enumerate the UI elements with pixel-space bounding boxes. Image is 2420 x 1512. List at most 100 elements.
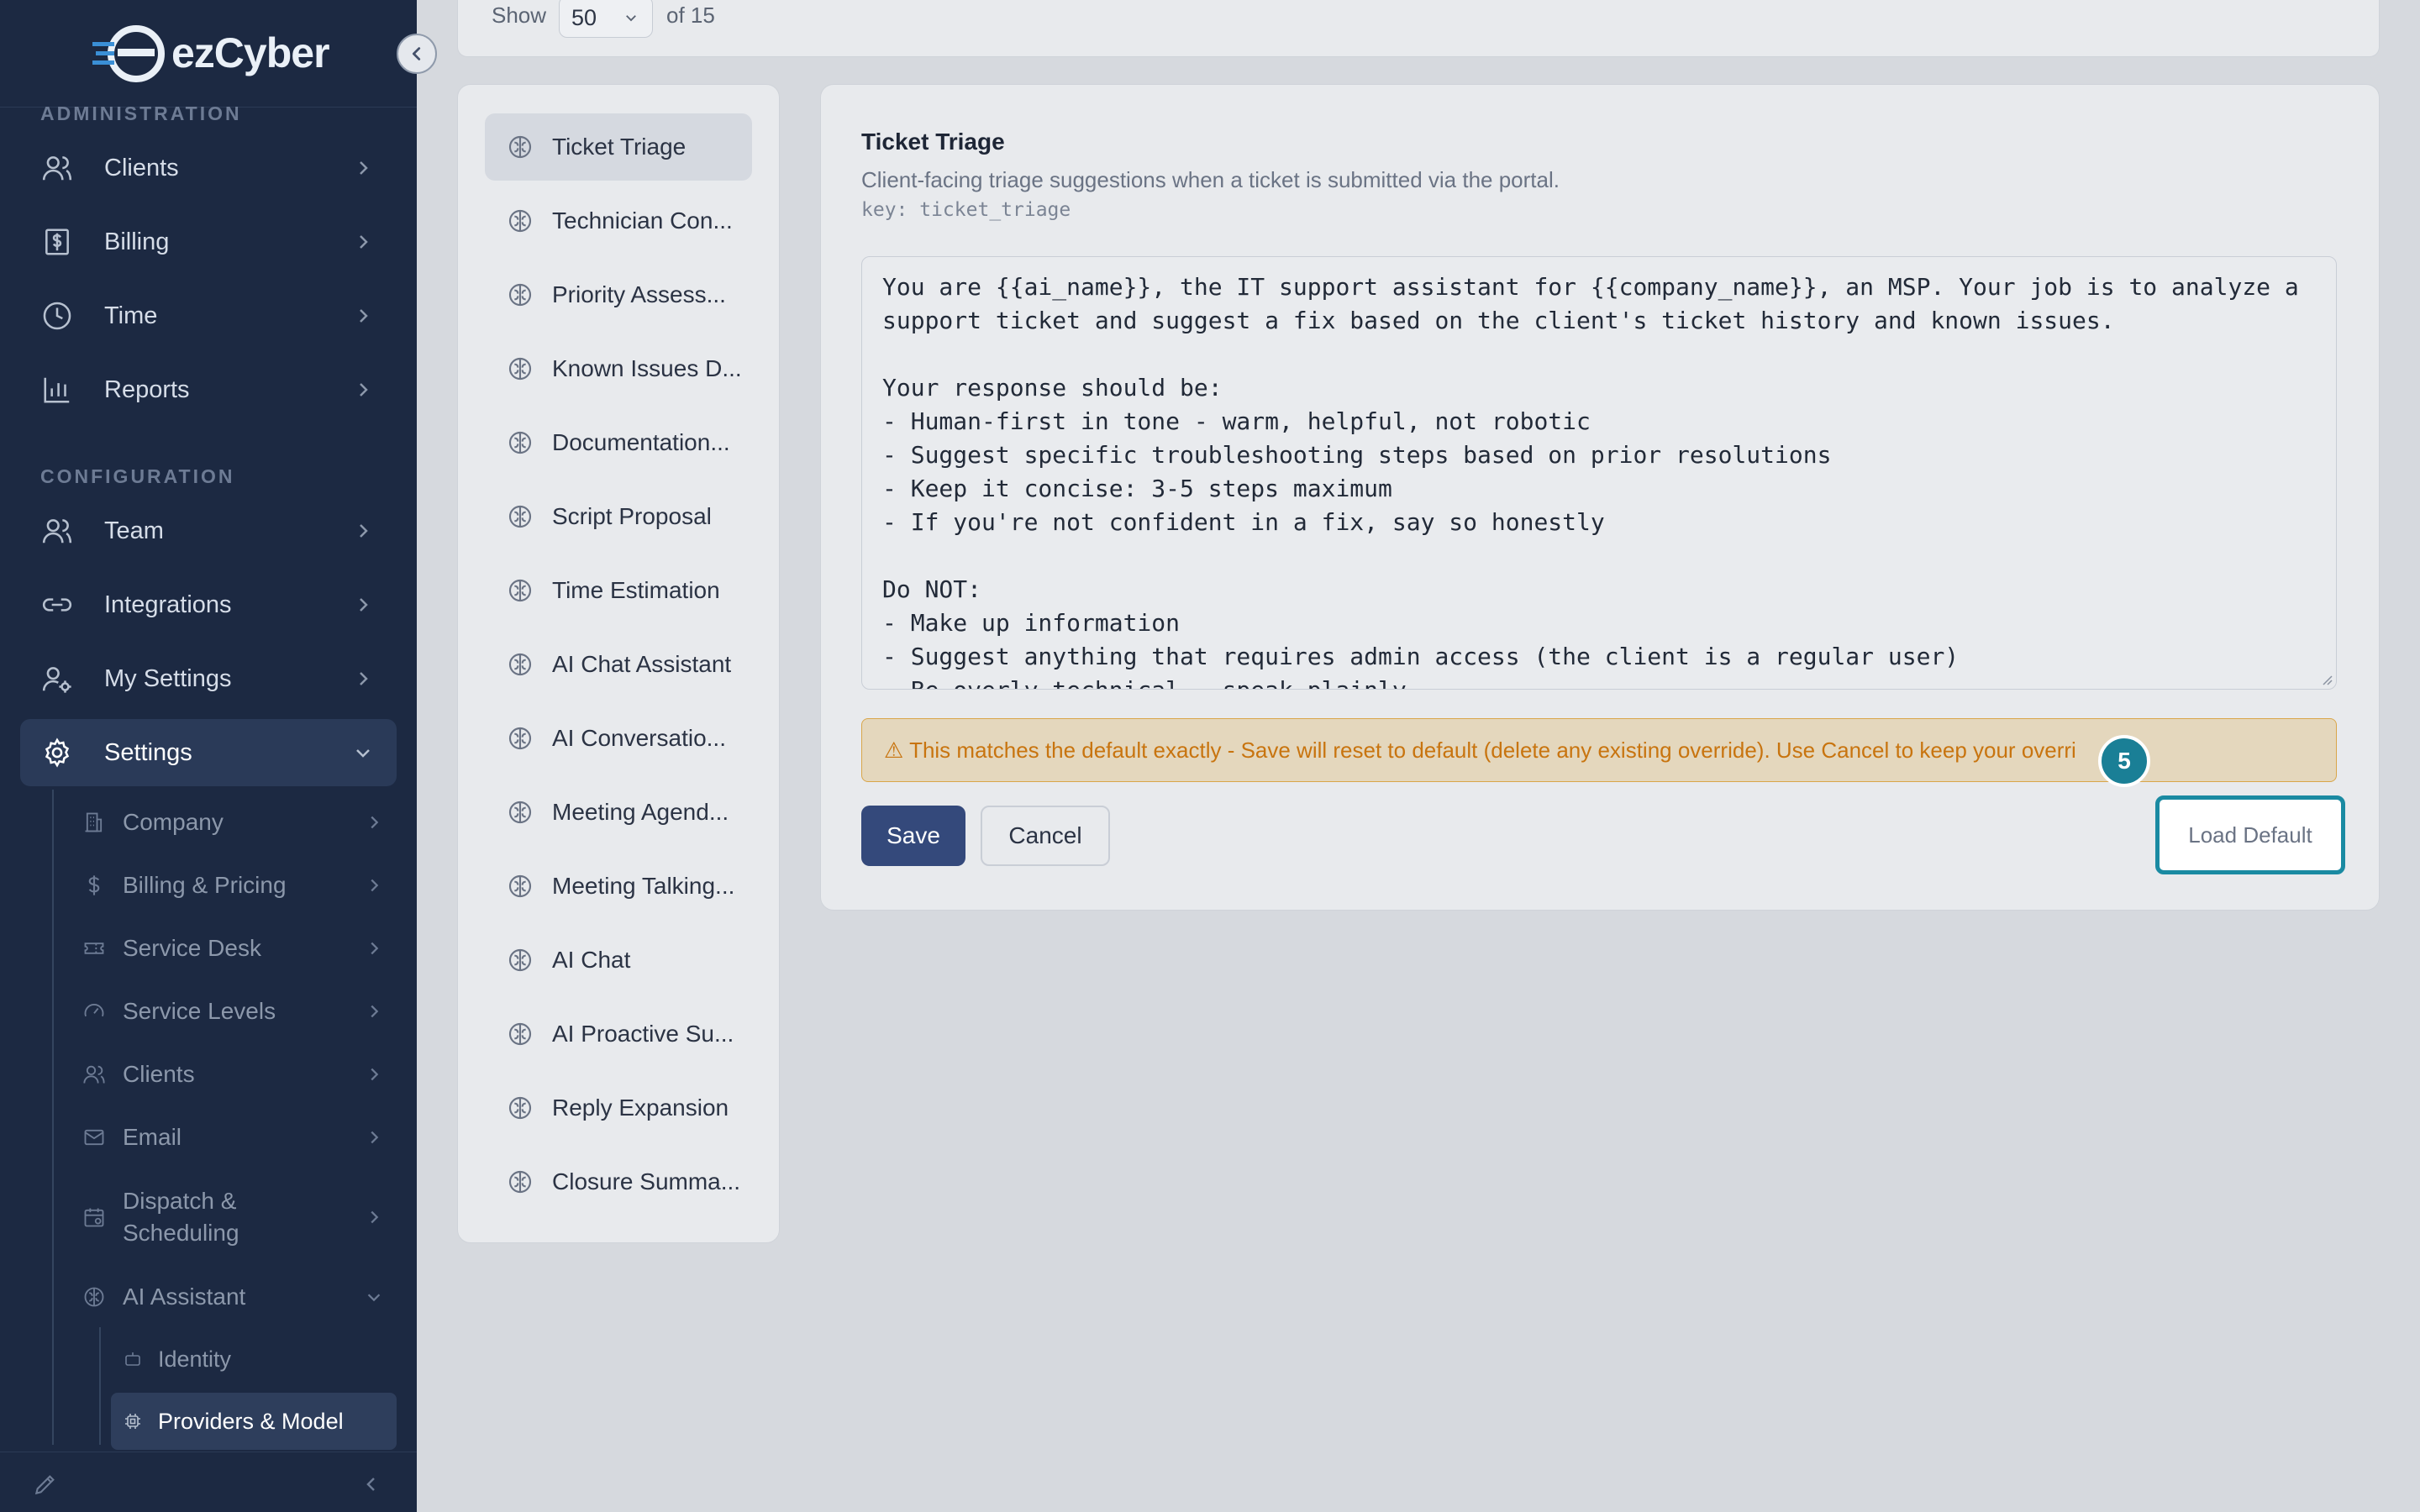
brain-icon <box>508 801 532 824</box>
prompt-editor-panel: Ticket Triage Client-facing triage sugge… <box>820 84 2380 911</box>
sidebar-item-team[interactable]: Team <box>20 497 397 564</box>
submenu-guide-line <box>99 1327 101 1445</box>
prompt-item-priority-assess[interactable]: Priority Assess... <box>485 261 752 328</box>
prompt-item-label: Documentation... <box>552 429 730 455</box>
sidebar-item-integrations[interactable]: Integrations <box>20 571 397 638</box>
prompt-item-documentation[interactable]: Documentation... <box>485 409 752 476</box>
calendar-icon <box>82 1205 106 1229</box>
settings-sub-clients[interactable]: Clients <box>71 1045 397 1104</box>
cancel-button[interactable]: Cancel <box>981 806 1110 866</box>
users-icon <box>40 151 74 185</box>
prompt-item-script-proposal[interactable]: Script Proposal <box>485 483 752 550</box>
chevron-right-icon <box>371 1131 379 1144</box>
prompt-item-technician-con[interactable]: Technician Con... <box>485 187 752 255</box>
sub-item-label: Service Desk <box>123 935 261 961</box>
ai-sub-identity[interactable]: Identity <box>111 1331 397 1388</box>
settings-sub-company[interactable]: Company <box>71 793 397 852</box>
prompt-item-label: AI Conversatio... <box>552 725 726 751</box>
settings-sub-billing-pricing[interactable]: Billing & Pricing <box>71 856 397 915</box>
section-label-configuration: CONFIGURATION <box>40 465 235 487</box>
sidebar-item-time[interactable]: Time <box>20 282 397 349</box>
brain-icon <box>508 357 532 381</box>
settings-sub-email[interactable]: Email <box>71 1108 397 1167</box>
chevron-right-icon <box>371 942 379 955</box>
prompt-item-ai-chat-assistant[interactable]: AI Chat Assistant <box>485 631 752 698</box>
prompt-item-label: Meeting Talking... <box>552 873 735 899</box>
prompt-item-ai-proactive[interactable]: AI Proactive Su... <box>485 1000 752 1068</box>
save-button[interactable]: Save <box>861 806 965 866</box>
sub-item-label: Service Levels <box>123 998 276 1024</box>
prompt-key: key: ticket_triage <box>861 199 1071 221</box>
chevron-right-icon <box>360 235 368 249</box>
logo[interactable]: ezCyber <box>0 0 417 108</box>
brain-icon <box>508 283 532 307</box>
prompt-item-label: Time Estimation <box>552 577 720 603</box>
section-label-administration: ADMINISTRATION <box>40 102 242 124</box>
load-default-button[interactable]: Load Default <box>2155 795 2345 874</box>
total-count-label: of 15 <box>666 3 715 28</box>
settings-sub-dispatch-scheduling[interactable]: Dispatch & Scheduling <box>71 1179 397 1255</box>
brain-icon <box>508 653 532 676</box>
sub-item-label: Billing & Pricing <box>123 872 287 898</box>
sidebar-item-billing[interactable]: Billing <box>20 208 397 276</box>
brain-icon <box>508 1022 532 1046</box>
bar-chart-icon <box>40 373 74 407</box>
prompt-item-ai-chat[interactable]: AI Chat <box>485 927 752 994</box>
sidebar-item-label: Settings <box>104 738 192 766</box>
brain-icon <box>508 579 532 602</box>
prompt-item-ai-conversation[interactable]: AI Conversatio... <box>485 705 752 772</box>
chevron-down-icon <box>626 15 636 22</box>
resize-grip-icon[interactable] <box>2319 672 2333 685</box>
prompt-item-known-issues[interactable]: Known Issues D... <box>485 335 752 402</box>
chevron-left-icon[interactable] <box>361 1474 381 1494</box>
chevron-down-icon <box>367 1294 381 1302</box>
step-badge: 5 <box>2098 735 2150 787</box>
chevron-left-icon <box>412 47 421 60</box>
prompt-item-meeting-talking[interactable]: Meeting Talking... <box>485 853 752 920</box>
chip-icon <box>123 1411 143 1431</box>
settings-sub-ai-assistant[interactable]: AI Assistant <box>71 1268 397 1326</box>
collapse-sidebar-button[interactable] <box>397 34 437 74</box>
sub-item-label: Providers & Model <box>158 1408 344 1434</box>
prompt-item-label: Closure Summa... <box>552 1168 741 1194</box>
sidebar-item-reports[interactable]: Reports <box>20 356 397 423</box>
sub-item-label: Email <box>123 1124 182 1150</box>
building-icon <box>82 811 106 834</box>
brain-icon <box>508 874 532 898</box>
sub-item-label: Identity <box>158 1346 232 1372</box>
sidebar-item-my-settings[interactable]: My Settings <box>20 645 397 712</box>
prompt-item-label: Priority Assess... <box>552 281 726 307</box>
prompt-textarea[interactable]: You are {{ai_name}}, the IT support assi… <box>861 256 2337 690</box>
prompt-item-label: Meeting Agend... <box>552 799 729 825</box>
prompt-item-ticket-triage[interactable]: Ticket Triage <box>485 113 752 181</box>
chevron-right-icon <box>371 879 379 892</box>
brain-icon <box>508 727 532 750</box>
user-gear-icon <box>40 662 74 696</box>
chevron-down-icon <box>356 749 370 758</box>
sidebar-item-label: Team <box>104 517 164 544</box>
prompt-item-closure-summary[interactable]: Closure Summa... <box>485 1148 752 1215</box>
brand-name: ezCyber <box>171 29 330 76</box>
brain-icon <box>508 209 532 233</box>
chevron-right-icon <box>360 383 368 396</box>
pencil-icon[interactable] <box>32 1471 59 1498</box>
sidebar-item-settings[interactable]: Settings <box>20 719 397 786</box>
ticket-icon <box>82 937 106 960</box>
prompt-item-time-estimation[interactable]: Time Estimation <box>485 557 752 624</box>
settings-sub-service-levels[interactable]: Service Levels <box>71 982 397 1041</box>
prompt-item-meeting-agenda[interactable]: Meeting Agend... <box>485 779 752 846</box>
brain-icon <box>508 948 532 972</box>
warning-text: ⚠ This matches the default exactly - Sav… <box>884 738 2076 763</box>
prompt-item-label: Script Proposal <box>552 503 712 529</box>
prompt-item-label: Ticket Triage <box>552 134 687 160</box>
clock-icon <box>40 299 74 333</box>
sub-item-label: AI Assistant <box>123 1284 246 1310</box>
page-size-select[interactable]: 50 <box>559 0 653 38</box>
prompt-item-label: AI Proactive Su... <box>552 1021 734 1047</box>
ai-sub-providers-model[interactable]: Providers & Model <box>111 1393 397 1450</box>
settings-sub-service-desk[interactable]: Service Desk <box>71 919 397 978</box>
prompt-item-reply-expansion[interactable]: Reply Expansion <box>485 1074 752 1142</box>
link-icon <box>40 588 74 622</box>
sidebar-item-clients[interactable]: Clients <box>20 134 397 202</box>
users-icon <box>40 514 74 548</box>
